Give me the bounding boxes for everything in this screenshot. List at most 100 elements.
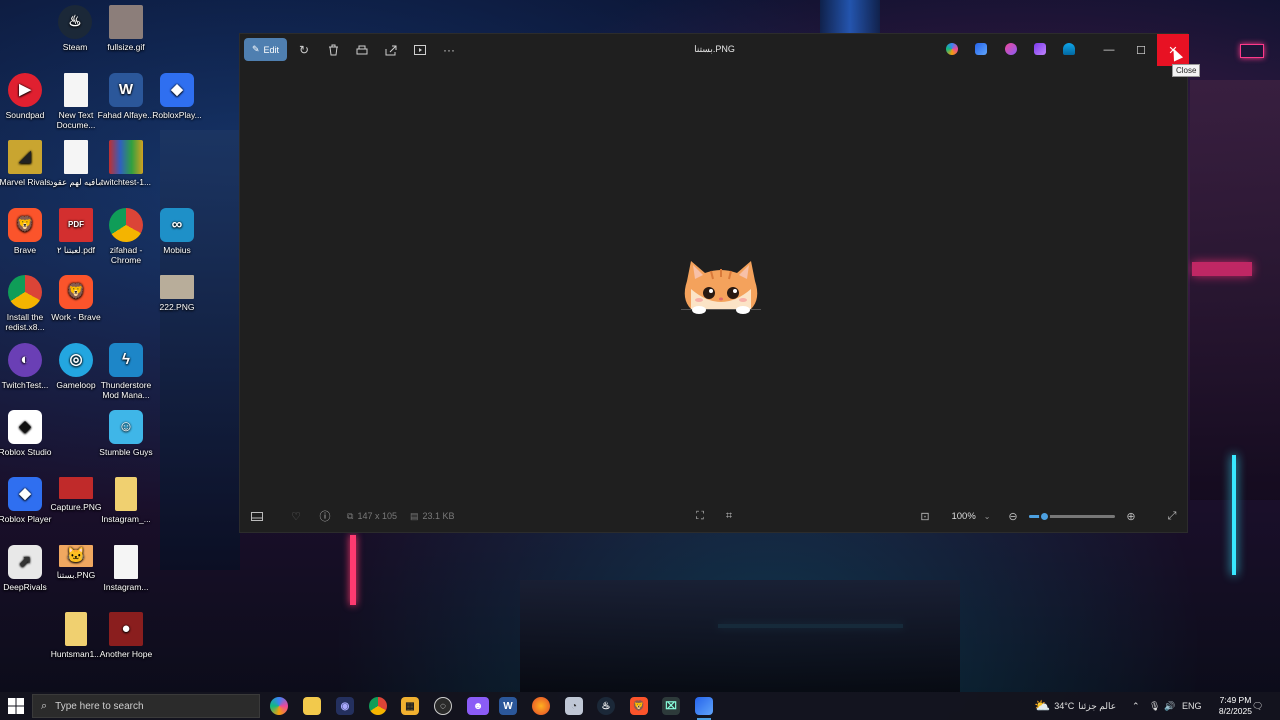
desktop-icon-mobius[interactable]: ∞ Mobius <box>148 208 206 255</box>
filmstrip-button[interactable] <box>249 508 265 524</box>
language-indicator[interactable]: ENG <box>1182 692 1202 720</box>
weather-temperature: 34°C <box>1054 701 1075 711</box>
title-bar[interactable]: ✎ Edit ↻ ··· بستنا.PNG — ☐ ✕ <box>240 34 1189 66</box>
microphone-tray[interactable]: 🎙 <box>1149 692 1160 720</box>
desktop-icon-label: Huntsman1... <box>50 649 102 659</box>
desktop-icon-install-redist[interactable]: Install the redist.x8... <box>0 275 54 332</box>
fit-to-window-button[interactable]: ⊡ <box>917 508 933 524</box>
ocr-button[interactable]: ⌗ <box>721 508 737 524</box>
folder-icon <box>65 612 87 646</box>
desktop-icon-soundpad[interactable]: ▶ Soundpad <box>0 73 54 120</box>
visual-search-button[interactable]: ⛶ <box>692 508 708 524</box>
desktop-icon-label: Mobius <box>163 245 191 255</box>
notifications-button[interactable]: 🗨 <box>1252 692 1263 720</box>
taskbar-discord-icon[interactable]: ☻ <box>467 697 489 715</box>
taskbar-word-icon[interactable]: W <box>499 697 517 715</box>
taskbar-file-explorer-icon[interactable] <box>303 697 321 715</box>
onedrive-icon[interactable] <box>1063 43 1075 55</box>
taskbar-terminal-icon[interactable]: ⌧ <box>662 697 680 715</box>
maximize-button[interactable]: ☐ <box>1125 34 1157 66</box>
heart-icon: ♡ <box>291 510 301 523</box>
notification-icon: 🗨 <box>1252 700 1264 711</box>
desktop-icon-roblox-player[interactable]: ◆ Roblox Player <box>0 477 54 524</box>
file-info-button[interactable]: ⓘ <box>317 508 333 524</box>
desktop-icon-word-doc[interactable]: W Fahad Alfaye... <box>97 73 155 120</box>
minimize-button[interactable]: — <box>1093 34 1125 66</box>
wallpaper-platform <box>520 580 960 692</box>
desktop-icon-label: Install the redist.x8... <box>5 312 45 332</box>
taskbar-store-icon[interactable]: ▦ <box>401 697 419 715</box>
desktop-icon-roblox-studio[interactable]: ◆ Roblox Studio <box>0 410 54 457</box>
marvel-rivals-icon: ◢ <box>8 140 42 174</box>
windows-start-icon[interactable] <box>8 698 24 714</box>
designer-icon[interactable] <box>1005 43 1017 55</box>
taskbar-search-box[interactable]: ⌕ Type here to search <box>32 694 260 718</box>
desktop-icon-roblox-player-shortcut[interactable]: ◆ RobloxPlay... <box>148 73 206 120</box>
desktop-icon-label: Instagram... <box>103 582 149 592</box>
desktop-icon-instagram-chrome[interactable]: Instagram... <box>97 545 155 592</box>
clock-date: 8/2/2025 <box>1218 706 1252 716</box>
desktop-icon-label: Work - Brave <box>51 312 101 322</box>
wallpaper-building <box>1190 80 1280 500</box>
taskbar-photos-icon[interactable] <box>695 697 713 715</box>
fit-icon: ⊡ <box>920 510 930 523</box>
desktop-icon-label: Instagram_... <box>101 514 151 524</box>
desktop-icon-deeprivals[interactable]: ⬈ DeepRivals <box>0 545 54 592</box>
zoom-slider[interactable] <box>1029 511 1115 522</box>
taskbar-chrome-icon[interactable] <box>369 697 387 715</box>
app-icon: ⬈ <box>8 545 42 579</box>
status-bar: ♡ ⓘ ⧉ 147 x 105 ▤ 23.1 KB ⛶ ⌗ ⊡ 100% ⌄ ⊖ <box>240 500 1187 532</box>
dimensions-info: ⧉ 147 x 105 <box>347 508 397 524</box>
wallpaper-neon <box>1232 455 1236 575</box>
clock-time: 7:49 PM <box>1219 695 1252 705</box>
taskbar-firefox-icon[interactable] <box>532 697 550 715</box>
show-hidden-icons-button[interactable]: ⌃ <box>1132 692 1140 720</box>
taskbar-brave-icon[interactable]: 🦁 <box>630 697 648 715</box>
game-icon: ● <box>109 612 143 646</box>
desktop-icon-222-png[interactable]: 222.PNG <box>148 275 206 312</box>
desktop-icon-label: RobloxPlay... <box>152 110 202 120</box>
chrome-icon <box>109 208 143 242</box>
desktop-icon-label: Gameloop <box>56 380 96 390</box>
archive-icon <box>109 140 143 174</box>
desktop-icon-brave[interactable]: 🦁 Brave <box>0 208 54 255</box>
zoom-in-button[interactable]: ⊕ <box>1123 508 1139 524</box>
expand-icon: ⤢ <box>1167 509 1177 522</box>
desktop-icon-thunderstore[interactable]: ϟ Thunderstore Mod Mana... <box>97 343 155 400</box>
desktop-icon-chrome-profile[interactable]: zifahad - Chrome <box>97 208 155 265</box>
paint-icon[interactable] <box>975 43 987 55</box>
word-icon: W <box>109 73 143 107</box>
volume-tray[interactable]: 🔊 <box>1164 692 1175 720</box>
taskbar-copilot-icon[interactable] <box>270 697 288 715</box>
weather-widget[interactable]: ⛅ 34°C عالم جزئنا <box>1034 692 1116 720</box>
taskbar-app-icon[interactable]: ◉ <box>336 697 354 715</box>
taskbar-steam-icon[interactable]: ♨ <box>597 697 615 715</box>
zoom-out-button[interactable]: ⊖ <box>1005 508 1021 524</box>
copilot-icon[interactable] <box>946 43 958 55</box>
zoom-level-dropdown[interactable]: 100% ⌄ <box>942 508 1000 524</box>
desktop-icon-stumble-guys[interactable]: ☺ Stumble Guys <box>97 410 155 457</box>
zoom-slider-thumb[interactable] <box>1039 511 1050 522</box>
weather-location: عالم جزئنا <box>1078 700 1117 711</box>
search-placeholder: Type here to search <box>55 700 144 712</box>
desktop-icon-fullsize-gif[interactable]: fullsize.gif <box>97 5 155 52</box>
desktop-icon-marvel-rivals[interactable]: ◢ Marvel Rivals <box>0 140 54 187</box>
desktop-icon-steam[interactable]: ♨ Steam <box>46 5 104 52</box>
desktop-icon-twitchtest-app[interactable]: ◐ TwitchTest... <box>0 343 54 390</box>
fullscreen-button[interactable]: ⤢ <box>1164 508 1180 524</box>
taskbar-app-icon[interactable]: ◌ <box>434 697 452 715</box>
desktop-icon-work-brave[interactable]: 🦁 Work - Brave <box>47 275 105 322</box>
desktop-icon-label: Stumble Guys <box>99 447 153 457</box>
favorite-button[interactable]: ♡ <box>288 508 304 524</box>
desktop-icon-another-hope[interactable]: ● Another Hope <box>97 612 155 659</box>
search-icon: ⌕ <box>41 699 48 712</box>
image-file-icon <box>160 275 194 299</box>
microphone-icon: 🎙 <box>1149 700 1161 711</box>
taskbar-app-icon[interactable]: ◔ <box>565 697 583 715</box>
desktop-icon-twitchtest[interactable]: twitchtest-1... <box>97 140 155 187</box>
thunderstore-icon: ϟ <box>109 343 143 377</box>
clipchamp-icon[interactable] <box>1034 43 1046 55</box>
zoom-in-icon: ⊕ <box>1126 510 1136 523</box>
taskbar-clock[interactable]: 7:49 PM 8/2/2025 <box>1219 695 1252 717</box>
desktop-icon-instagram-folder[interactable]: Instagram_... <box>97 477 155 524</box>
